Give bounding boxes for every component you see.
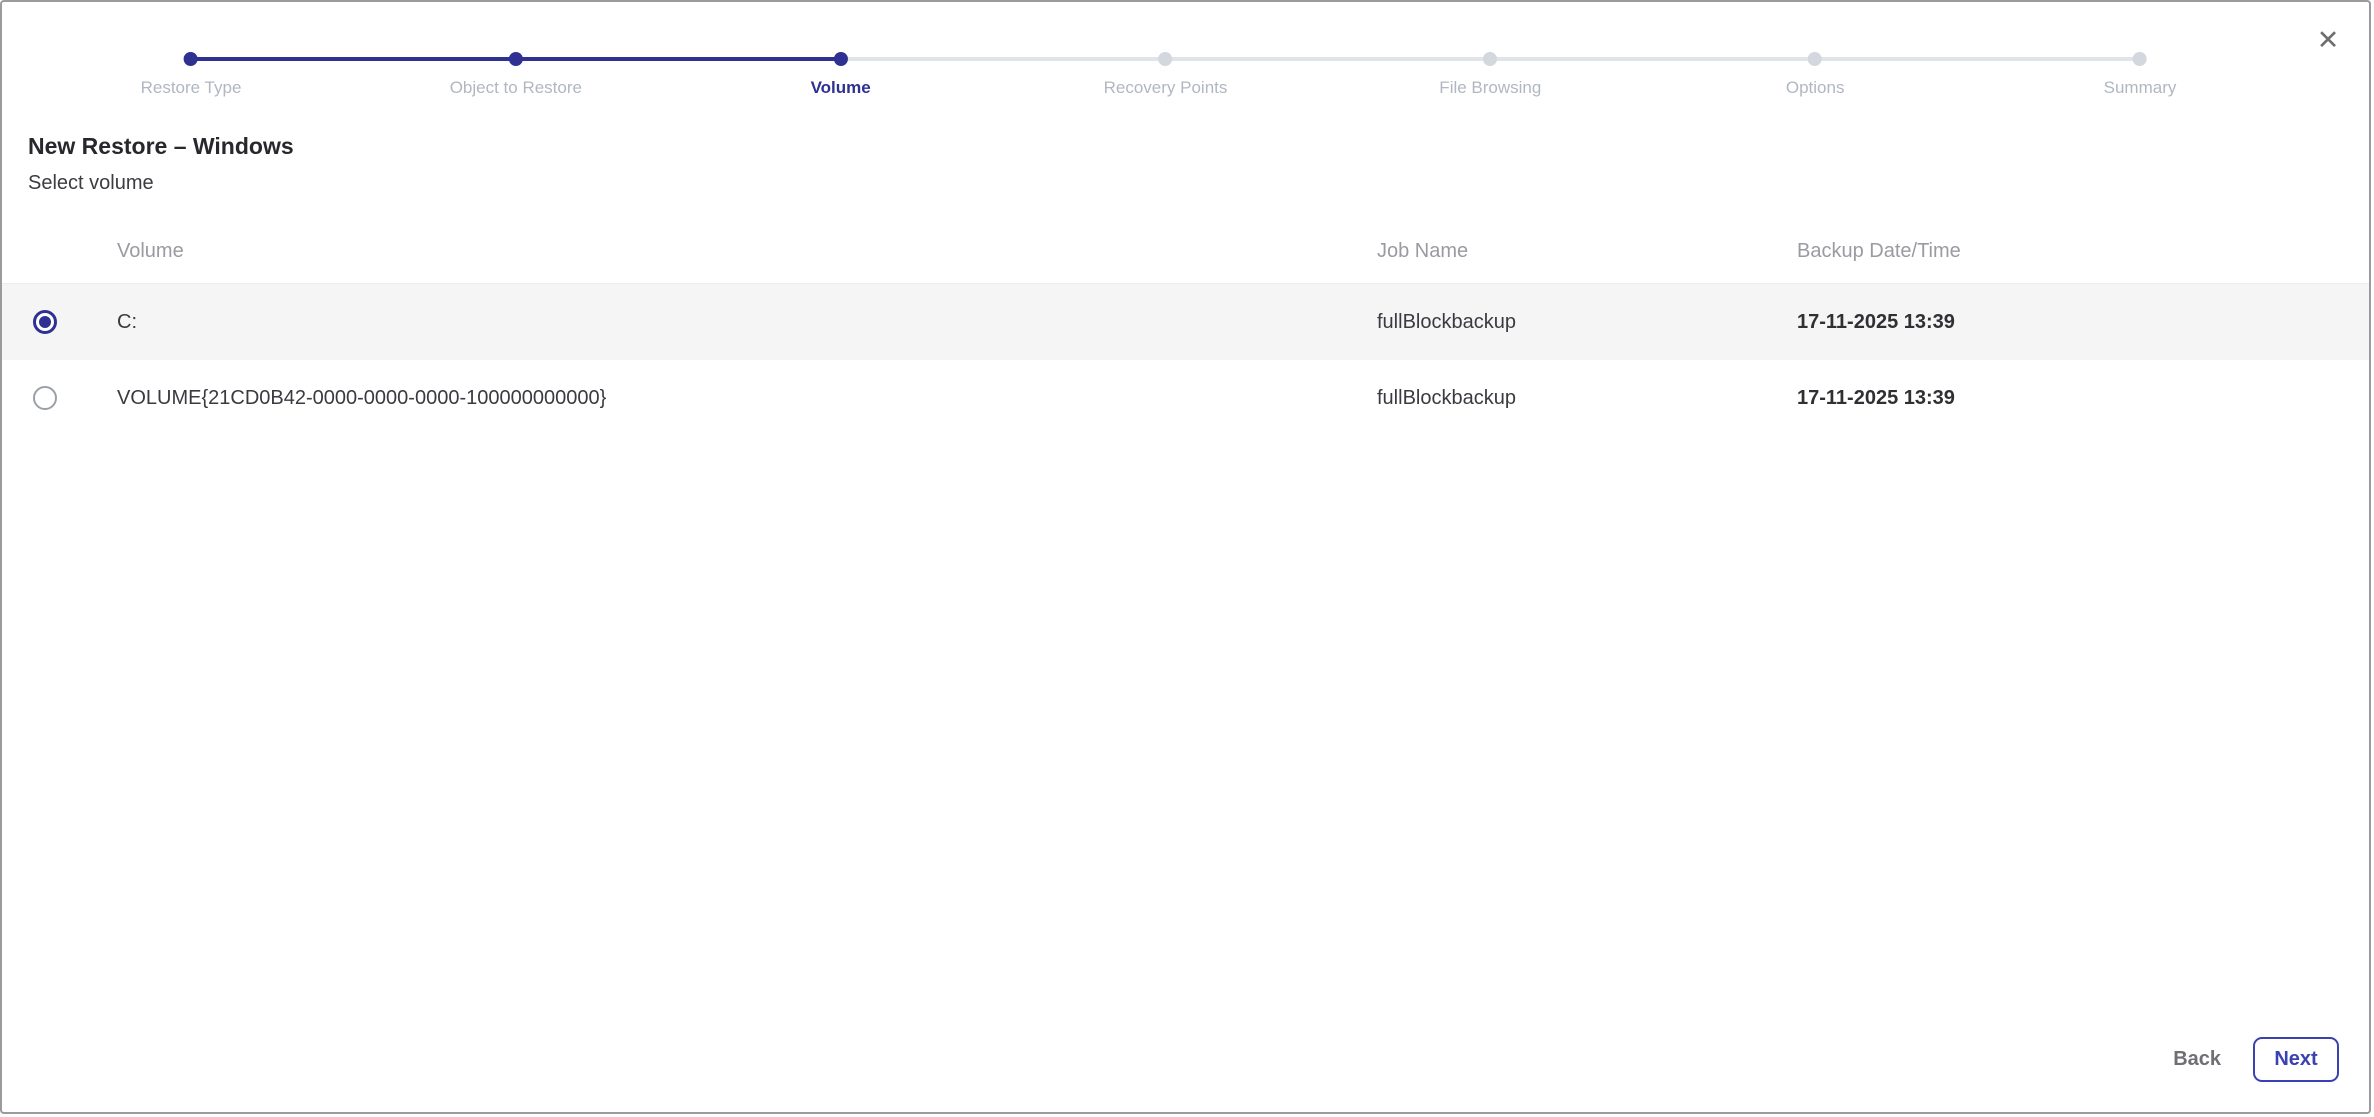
radio-unselected-icon[interactable] (33, 386, 57, 410)
wizard-stepper: Restore Type Object to Restore Volume Re… (191, 2, 2140, 102)
table-header-row: Volume Job Name Backup Date/Time (2, 220, 2369, 284)
cell-volume: C: (2, 311, 1377, 334)
step-label: Summary (2104, 78, 2177, 98)
cell-backup-datetime: 17-11-2025 13:39 (1797, 387, 2369, 410)
step-dot (1159, 52, 1173, 66)
step-label: Options (1786, 78, 1845, 98)
step-object-to-restore[interactable]: Object to Restore (450, 52, 582, 98)
step-label: Recovery Points (1104, 78, 1228, 98)
step-restore-type[interactable]: Restore Type (141, 52, 242, 98)
step-dot (1483, 52, 1497, 66)
step-dot (184, 52, 198, 66)
cell-backup-datetime: 17-11-2025 13:39 (1797, 311, 2369, 334)
column-header-volume: Volume (2, 240, 1377, 263)
page-title: New Restore – Windows (28, 133, 294, 160)
table-row[interactable]: C: fullBlockbackup 17-11-2025 13:39 (2, 284, 2369, 360)
step-recovery-points[interactable]: Recovery Points (1104, 52, 1228, 98)
back-button[interactable]: Back (2169, 1040, 2225, 1079)
step-label: Volume (811, 78, 871, 98)
column-header-backup-datetime: Backup Date/Time (1797, 240, 2369, 263)
cell-volume: VOLUME{21CD0B42-0000-0000-0000-100000000… (2, 387, 1377, 410)
table-row[interactable]: VOLUME{21CD0B42-0000-0000-0000-100000000… (2, 360, 2369, 436)
step-label: Restore Type (141, 78, 242, 98)
cell-job-name: fullBlockbackup (1377, 311, 1797, 334)
dialog-footer: Back Next (2169, 1037, 2339, 1082)
step-label: Object to Restore (450, 78, 582, 98)
step-label: File Browsing (1439, 78, 1541, 98)
column-header-job-name: Job Name (1377, 240, 1797, 263)
step-dot (2133, 52, 2147, 66)
step-volume[interactable]: Volume (811, 52, 871, 98)
cell-job-name: fullBlockbackup (1377, 387, 1797, 410)
volume-table: Volume Job Name Backup Date/Time C: full… (2, 220, 2369, 436)
page-subtitle: Select volume (28, 172, 154, 195)
step-dot (834, 52, 848, 66)
close-icon[interactable]: ✕ (2311, 24, 2345, 58)
step-options[interactable]: Options (1786, 52, 1845, 98)
step-dot (1808, 52, 1822, 66)
new-restore-dialog: Restore Type Object to Restore Volume Re… (0, 0, 2371, 1114)
radio-selected-icon[interactable] (33, 310, 57, 334)
next-button[interactable]: Next (2253, 1037, 2339, 1082)
step-file-browsing[interactable]: File Browsing (1439, 52, 1541, 98)
step-dot (509, 52, 523, 66)
step-summary[interactable]: Summary (2104, 52, 2177, 98)
